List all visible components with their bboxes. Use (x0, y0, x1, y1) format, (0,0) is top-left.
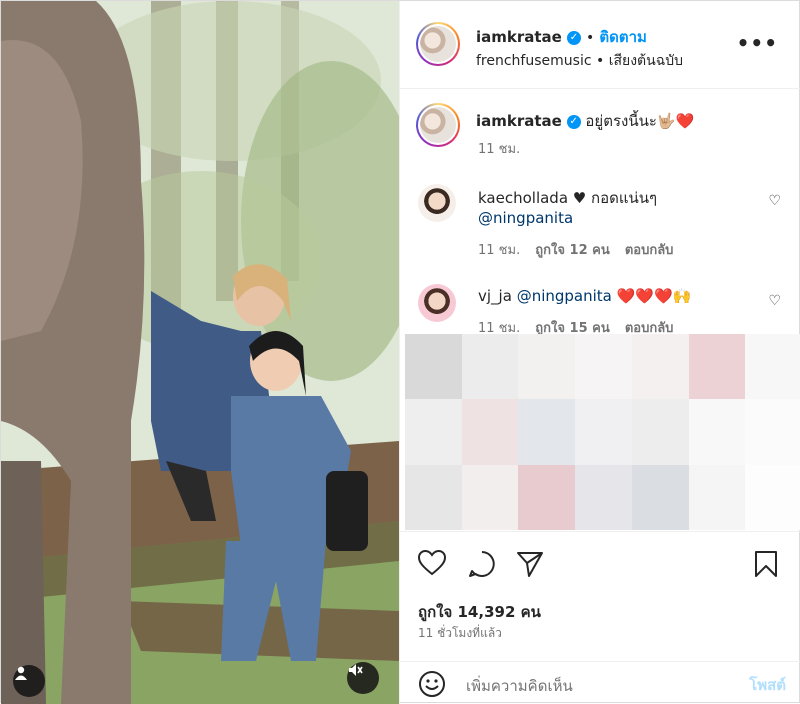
like-comment-heart-icon[interactable]: ♡ (768, 293, 781, 309)
comment-meta: 11 ชม. ถูกใจ 12 คน ตอบกลับ (478, 239, 673, 260)
pixelated-overlay (405, 334, 800, 530)
more-options-icon[interactable]: ••• (737, 31, 778, 55)
author-line: iamkratae ✓ • ติดตาม (476, 25, 647, 49)
comment-composer: เพิ่มความคิดเห็น โพสต์ (400, 661, 800, 704)
post-time-ago: 11 ชั่วโมงที่แล้ว (418, 626, 502, 640)
post-comment-button[interactable]: โพสต์ (749, 673, 786, 697)
caption-author[interactable]: iamkratae (476, 112, 562, 130)
comment-author[interactable]: vj_ja (478, 287, 512, 305)
separator-dot: • (586, 30, 595, 46)
comment-bubble-icon[interactable] (468, 550, 496, 578)
comment-time: 11 ชม. (478, 243, 521, 258)
caption-author-avatar[interactable] (416, 103, 460, 147)
reply-button[interactable]: ตอบกลับ (625, 243, 674, 258)
user-icon (15, 666, 27, 680)
audio-link[interactable]: frenchfusemusic • เสียงต้นฉบับ (476, 50, 683, 72)
emoji-icon[interactable] (418, 670, 446, 698)
photo-illustration (1, 1, 399, 704)
share-paper-plane-icon[interactable] (516, 550, 544, 578)
comment-text: ❤️❤️❤️🙌 (616, 287, 692, 305)
post-photo[interactable] (1, 1, 399, 704)
follow-button[interactable]: ติดตาม (599, 28, 647, 46)
comment-text: ♥ กอดแน่นๆ (572, 189, 658, 207)
likes-count[interactable]: ถูกใจ 14,392 คน (418, 600, 541, 624)
author-avatar[interactable] (416, 22, 460, 66)
save-bookmark-icon[interactable] (754, 550, 778, 578)
comment-author[interactable]: kaechollada (478, 189, 568, 207)
comment-mention[interactable]: @ningpanita (517, 287, 612, 305)
like-heart-icon[interactable] (418, 550, 446, 576)
comment-body: vj_ja @ningpanita ❤️❤️❤️🙌 (478, 287, 691, 305)
user-tag-button[interactable] (13, 665, 45, 697)
comment-likes[interactable]: ถูกใจ 12 คน (535, 243, 609, 258)
speaker-muted-icon (349, 664, 363, 676)
like-comment-heart-icon[interactable]: ♡ (768, 193, 781, 209)
author-username[interactable]: iamkratae (476, 28, 562, 46)
caption-time: 11 ชม. (478, 142, 521, 157)
comment-mention[interactable]: @ningpanita (478, 209, 573, 227)
verified-badge-icon: ✓ (566, 114, 581, 129)
caption-text: อยู่ตรงนี้นะ🤟🏼❤️ (585, 112, 695, 130)
post-dialog: iamkratae ✓ • ติดตาม frenchfusemusic • เ… (0, 0, 800, 704)
mute-button[interactable] (347, 662, 379, 694)
post-actions: ถูกใจ 14,392 คน 11 ชั่วโมงที่แล้ว (400, 531, 800, 649)
comment-avatar[interactable] (418, 284, 456, 322)
caption: iamkratae ✓ อยู่ตรงนี้นะ🤟🏼❤️ (476, 109, 694, 133)
post-details-panel: iamkratae ✓ • ติดตาม frenchfusemusic • เ… (399, 1, 800, 704)
comment-body: kaechollada ♥ กอดแน่นๆ (478, 186, 657, 210)
comment-avatar[interactable] (418, 184, 456, 222)
comment-input[interactable]: เพิ่มความคิดเห็น (466, 674, 573, 698)
verified-badge-icon: ✓ (566, 30, 581, 45)
post-header: iamkratae ✓ • ติดตาม frenchfusemusic • เ… (400, 1, 800, 89)
